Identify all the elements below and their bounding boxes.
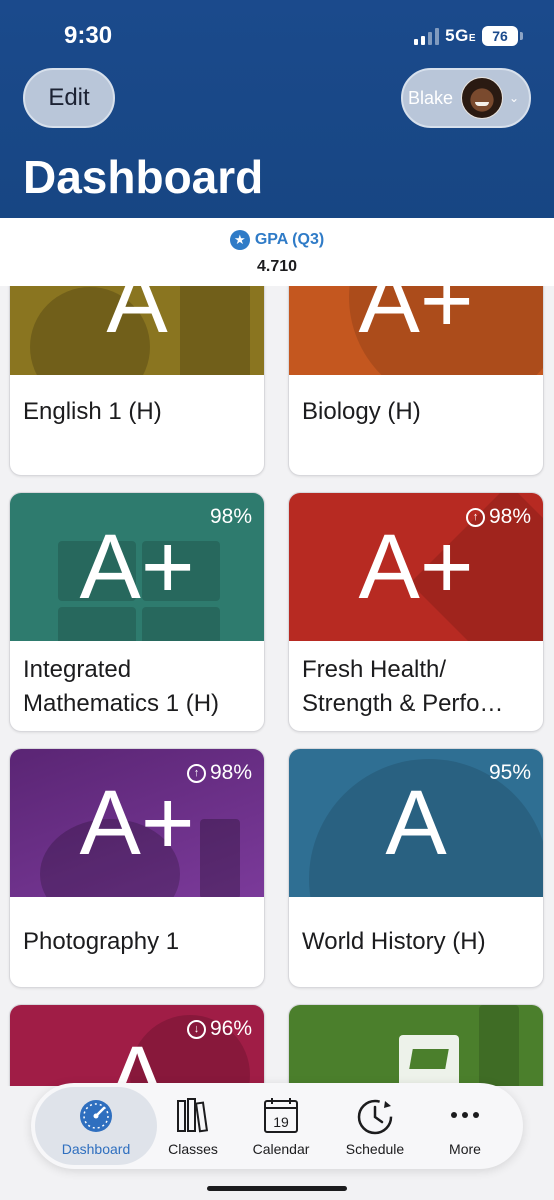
gpa-value: 4.710 — [256, 258, 298, 275]
user-switcher[interactable]: Blake ⌄ — [401, 68, 531, 128]
gpa-label: GPA (Q3) — [254, 231, 325, 248]
course-name: Strength & Perfo… — [302, 690, 504, 717]
grade-letter: A — [385, 772, 447, 874]
tab-label: Schedule — [345, 1141, 405, 1157]
course-name: English 1 (H) — [23, 398, 162, 425]
status-icons: 5GE 76 — [414, 26, 523, 46]
card-banner: ↓ 96% A — [10, 1005, 264, 1086]
course-name: Photography 1 — [23, 928, 180, 955]
user-name: Blake — [408, 87, 454, 108]
card-banner: 98% A+ — [10, 493, 264, 641]
tab-label: Classes — [168, 1141, 218, 1157]
network-label: 5GE — [445, 26, 476, 45]
course-name: Fresh Health/ — [302, 656, 447, 683]
ellipsis-icon — [451, 1112, 479, 1118]
class-card-math[interactable]: 98% A+ Integrated Mathematics 1 (H) — [9, 492, 265, 732]
battery-icon: 76 — [482, 26, 523, 46]
class-card-photography[interactable]: ↑ 98% A+ Photography 1 — [9, 748, 265, 988]
header: 9:30 5GE 76 Edit Blake ⌄ Dashboard — [0, 0, 554, 218]
course-name: Biology (H) — [302, 398, 421, 425]
tab-label: More — [449, 1141, 481, 1157]
grade-letter: A — [106, 286, 168, 352]
tab-bar: Dashboard Classes 19 Calendar Schedule M… — [31, 1083, 523, 1169]
tab-dashboard[interactable]: Dashboard — [35, 1087, 157, 1165]
gauge-icon — [80, 1100, 112, 1132]
calendar-icon: 19 — [264, 1098, 298, 1133]
chevron-down-icon: ⌄ — [509, 91, 520, 105]
grade-letter: A — [106, 1028, 168, 1086]
grade-letter: A+ — [358, 516, 474, 618]
tab-label: Calendar — [252, 1141, 310, 1157]
card-banner — [289, 1005, 543, 1086]
card-banner: A — [10, 286, 264, 375]
tab-calendar[interactable]: 19 Calendar — [239, 1087, 323, 1165]
course-name: World History (H) — [302, 928, 486, 955]
grade-letter: A+ — [358, 286, 474, 352]
course-name: Integrated — [23, 656, 132, 683]
class-card-7[interactable]: ↓ 96% A — [9, 1004, 265, 1086]
gpa-summary[interactable]: ★ GPA (Q3) 4.710 — [0, 218, 554, 286]
card-banner: ↑ 98% A+ — [10, 749, 264, 897]
class-cards-grid: A English 1 (H) A+ Biology (H) 98% A+ In… — [0, 286, 554, 1086]
tab-schedule[interactable]: Schedule — [333, 1087, 417, 1165]
class-card-world-history[interactable]: 95% A World History (H) — [288, 748, 544, 988]
card-banner: ↑ 98% A+ — [289, 493, 543, 641]
calendar-day: 19 — [273, 1114, 289, 1130]
edit-button[interactable]: Edit — [23, 68, 115, 128]
class-card-biology[interactable]: A+ Biology (H) — [288, 286, 544, 476]
class-card-english[interactable]: A English 1 (H) — [9, 286, 265, 476]
course-name: Mathematics 1 (H) — [23, 690, 220, 717]
tab-classes[interactable]: Classes — [157, 1087, 229, 1165]
class-card-8[interactable] — [288, 1004, 544, 1086]
avatar — [461, 77, 504, 119]
tab-more[interactable]: More — [429, 1087, 501, 1165]
card-banner: A+ — [289, 286, 543, 375]
grade-letter: A+ — [79, 516, 195, 618]
home-indicator — [207, 1186, 347, 1191]
status-time: 9:30 — [64, 22, 113, 49]
signal-icon — [414, 27, 440, 45]
books-icon — [177, 1098, 209, 1133]
page-title: Dashboard — [23, 151, 264, 203]
clock-icon — [357, 1099, 393, 1135]
star-icon: ★ — [229, 230, 250, 250]
card-banner: 95% A — [289, 749, 543, 897]
graduation-cap-icon — [409, 1049, 449, 1069]
class-card-health[interactable]: ↑ 98% A+ Fresh Health/ Strength & Perfo… — [288, 492, 544, 732]
tab-label: Dashboard — [61, 1141, 131, 1157]
grade-letter: A+ — [79, 772, 195, 874]
